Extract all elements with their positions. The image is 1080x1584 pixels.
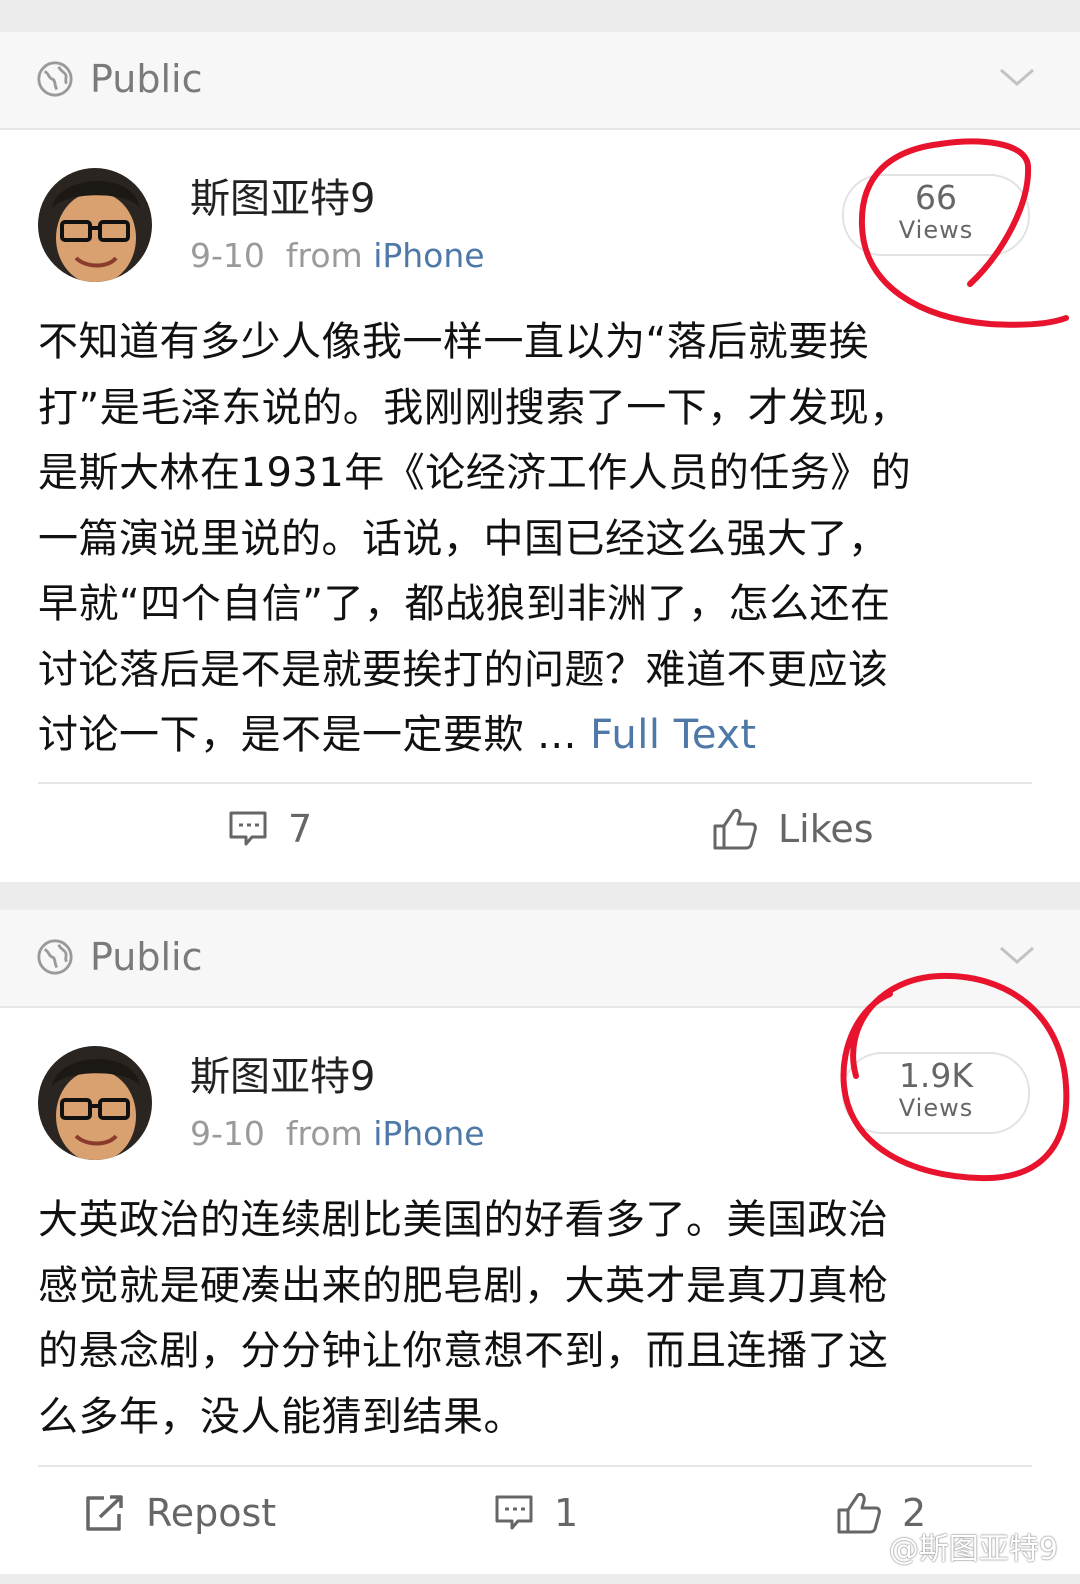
comment-icon [495, 1495, 533, 1530]
text-line: 早就“四个自信”了，都战狼到非洲了，怎么还在 [38, 581, 891, 627]
text-line-last: 讨论一下，是不是一定要欺 ... Full Text [38, 703, 1038, 769]
red-annotation-circle [858, 138, 1069, 328]
text-line: 打”是毛泽东说的。我刚刚搜索了一下，才发现， [38, 384, 910, 431]
text-line: 讨论一下，是不是一定要欺 ... [38, 712, 577, 758]
thumbs-up-icon [713, 808, 757, 850]
comment-button[interactable]: 7 [228, 804, 312, 854]
text-line: 不知道有多少人像我一样一直以为“落后就要挨 [38, 319, 870, 365]
author-name[interactable]: 斯图亚特9 [190, 1052, 375, 1102]
repost-icon [86, 1495, 123, 1531]
weibo-logo-icon [845, 1537, 881, 1565]
post-text: 大英政治的连续剧比美国的好看多了。美国政治 感觉就是硬凑出来的肥皂剧，大英才是真刀… [38, 1188, 1038, 1450]
repost-label: Repost [146, 1491, 277, 1535]
post-meta: 9-10 from iPhone [190, 234, 485, 278]
visibility-bar[interactable]: Public [0, 32, 1080, 130]
post-source[interactable]: iPhone [373, 236, 484, 275]
avatar[interactable] [38, 1046, 152, 1160]
thumbs-up-icon [837, 1492, 881, 1534]
avatar[interactable] [38, 168, 152, 282]
comment-count: 1 [554, 1491, 579, 1535]
post-date: 9-10 [190, 1114, 265, 1153]
repost-button[interactable]: Repost [84, 1488, 276, 1538]
full-text-link[interactable]: Full Text [590, 712, 757, 758]
from-label: from [285, 236, 363, 275]
text-line: 是斯大林在1931年《论经济工作人员的任务》的 [38, 450, 912, 496]
visibility-label: Public [90, 57, 203, 101]
post-source[interactable]: iPhone [373, 1114, 484, 1153]
post-meta: 9-10 from iPhone [190, 1112, 485, 1156]
comment-button[interactable]: 1 [494, 1488, 578, 1538]
post-card: Public 斯图亚特9 9-10 from iPhone 1.9K Views… [0, 910, 1080, 1574]
likes-label: Likes [778, 807, 874, 851]
text-line: 感觉就是硬凑出来的肥皂剧，大英才是真刀真枪 [38, 1262, 889, 1309]
comment-count: 7 [288, 807, 313, 851]
text-line: 一篇演说里说的。话说，中国已经这么强大了， [38, 515, 889, 562]
comment-icon [229, 811, 267, 846]
author-name[interactable]: 斯图亚特9 [190, 174, 375, 224]
divider [38, 782, 1032, 784]
post-card: Public 斯图亚特9 9-10 from iPhone 66 Views 不… [0, 32, 1080, 882]
like-button[interactable]: Likes [712, 804, 874, 854]
watermark-text: @斯图亚特9 [888, 1532, 1058, 1567]
text-line: 的悬念剧，分分钟让你意想不到，而且连播了这 [38, 1328, 889, 1374]
red-annotation-circle [840, 972, 1070, 1182]
globe-icon [37, 939, 73, 975]
divider [38, 1465, 1032, 1467]
text-line: 么多年，没人能猜到结果。 [38, 1393, 524, 1440]
text-line: 讨论落后是不是就要挨打的问题？难道不更应该 [38, 646, 889, 693]
globe-icon [37, 61, 73, 97]
text-line: 大英政治的连续剧比美国的好看多了。美国政治 [38, 1197, 889, 1243]
from-label: from [285, 1114, 363, 1153]
post-text: 不知道有多少人像我一样一直以为“落后就要挨 打”是毛泽东说的。我刚刚搜索了一下，才… [38, 310, 1038, 769]
post-date: 9-10 [190, 236, 265, 275]
visibility-label: Public [90, 935, 203, 979]
watermark: @斯图亚特9 [845, 1530, 1058, 1570]
chevron-down-icon[interactable] [998, 62, 1036, 92]
